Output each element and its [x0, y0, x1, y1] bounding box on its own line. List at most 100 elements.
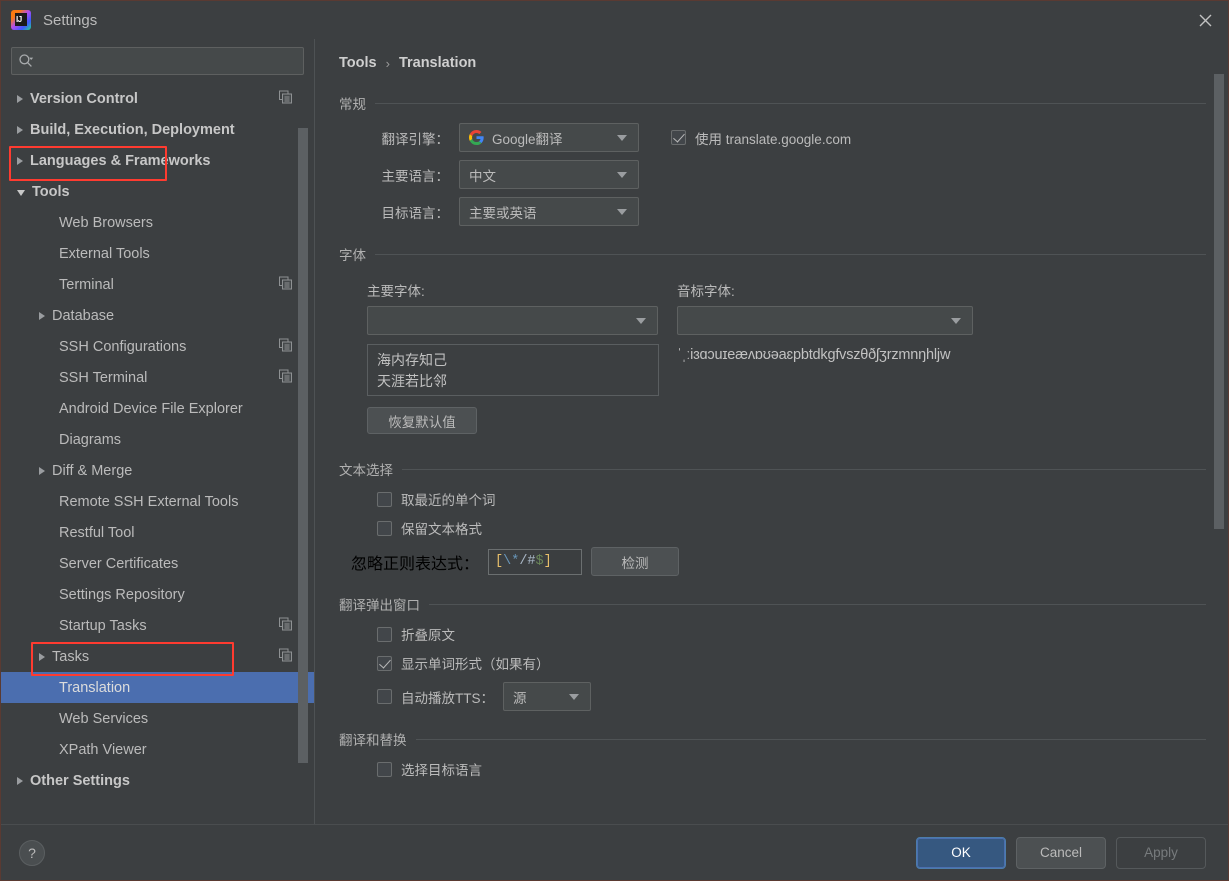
divider	[415, 738, 1206, 740]
help-button[interactable]: ?	[19, 839, 45, 866]
fold-source-row: 折叠原文	[377, 624, 1206, 644]
section-general: 常规 翻译引擎： Google翻译 使用 translate.google.co…	[339, 93, 1206, 226]
close-icon[interactable]	[1182, 1, 1228, 39]
use-translate-google-checkbox[interactable]	[671, 130, 686, 145]
section-text-selection: 文本选择 取最近的单个词 保留文本格式 忽略正则表达式： [\* /# $]…	[339, 459, 1206, 576]
search-icon	[19, 54, 34, 67]
sidebar-item-ssh-configurations[interactable]: SSH Configurations	[1, 331, 314, 362]
sidebar-item-label: Diff & Merge	[52, 462, 133, 479]
nearest-word-checkbox[interactable]	[377, 491, 392, 507]
sidebar-item-label: Web Services	[59, 710, 149, 727]
auto-tts-row: 自动播放TTS： 源	[377, 682, 1206, 711]
sidebar-item-tools[interactable]: Tools	[1, 176, 314, 207]
detect-button[interactable]: 检测	[591, 547, 680, 576]
restore-default-button[interactable]: 恢复默认值	[367, 407, 477, 434]
sidebar-item-settings-repository[interactable]: Settings Repository	[1, 579, 314, 610]
sidebar-item-label: External Tools	[59, 245, 150, 262]
fold-source-checkbox[interactable]	[377, 626, 392, 642]
primary-font-label: 主要字体:	[367, 284, 425, 299]
sidebar-item-label: Build, Execution, Deployment	[30, 121, 235, 138]
sidebar-item-android-device-file-explorer[interactable]: Android Device File Explorer	[1, 393, 314, 424]
expand-arrow-icon[interactable]	[39, 466, 45, 475]
expand-arrow-icon[interactable]	[17, 776, 23, 785]
sidebar-scrollbar-thumb[interactable]	[298, 128, 308, 763]
sidebar-item-xpath-viewer[interactable]: XPath Viewer	[1, 734, 314, 765]
cancel-button[interactable]: Cancel	[1016, 836, 1106, 869]
sidebar-item-database[interactable]: Database	[1, 300, 314, 331]
primary-language-value: 中文	[469, 168, 496, 184]
use-translate-google-label: 使用 translate.google.com	[695, 131, 852, 147]
sidebar-item-other-settings[interactable]: Other Settings	[1, 765, 314, 796]
expand-arrow-icon[interactable]	[39, 652, 45, 661]
engine-value: Google翻译	[492, 131, 563, 147]
sidebar-item-diagrams[interactable]: Diagrams	[1, 424, 314, 455]
title-bar: IJ Settings	[1, 1, 1228, 39]
sidebar-item-label: Version Control	[30, 90, 138, 107]
expand-arrow-icon[interactable]	[17, 125, 23, 134]
font-preview-line-2: 天涯若比邻	[377, 373, 447, 389]
sidebar-item-ssh-terminal[interactable]: SSH Terminal	[1, 362, 314, 393]
phonetic-font-dropdown[interactable]	[677, 306, 973, 335]
sidebar-item-label: Tools	[32, 183, 70, 200]
sidebar-item-restful-tool[interactable]: Restful Tool	[1, 517, 314, 548]
copy-settings-icon[interactable]	[279, 338, 292, 355]
expand-arrow-icon[interactable]	[39, 311, 45, 320]
expand-arrow-icon[interactable]	[17, 94, 23, 103]
expand-arrow-icon[interactable]	[17, 156, 23, 165]
section-text-selection-title: 文本选择	[339, 463, 393, 478]
engine-dropdown[interactable]: Google翻译	[459, 123, 639, 152]
sidebar-item-version-control[interactable]: Version Control	[1, 83, 314, 114]
sidebar-item-build-execution-deployment[interactable]: Build, Execution, Deployment	[1, 114, 314, 145]
copy-settings-icon[interactable]	[279, 369, 292, 386]
copy-settings-icon[interactable]	[279, 90, 292, 107]
ok-button[interactable]: OK	[916, 836, 1006, 869]
sidebar-item-tasks[interactable]: Tasks	[1, 641, 314, 672]
sidebar-item-languages-frameworks[interactable]: Languages & Frameworks	[1, 145, 314, 176]
sidebar-item-label: XPath Viewer	[59, 741, 147, 758]
sidebar-item-startup-tasks[interactable]: Startup Tasks	[1, 610, 314, 641]
fold-source-label: 折叠原文	[401, 628, 455, 643]
keep-format-checkbox[interactable]	[377, 520, 392, 536]
section-replace: 翻译和替换 选择目标语言	[339, 729, 1206, 779]
search-box[interactable]	[11, 47, 304, 75]
apply-button: Apply	[1116, 836, 1206, 869]
sidebar-item-web-browsers[interactable]: Web Browsers	[1, 207, 314, 238]
target-language-dropdown[interactable]: 主要或英语	[459, 197, 639, 226]
sidebar-item-web-services[interactable]: Web Services	[1, 703, 314, 734]
select-target-lang-label: 选择目标语言	[401, 763, 482, 778]
copy-settings-icon[interactable]	[279, 648, 292, 665]
copy-settings-icon[interactable]	[279, 276, 292, 293]
primary-language-dropdown[interactable]: 中文	[459, 160, 639, 189]
sidebar-item-label: Other Settings	[30, 772, 130, 789]
sidebar-item-terminal[interactable]: Terminal	[1, 269, 314, 300]
auto-tts-dropdown[interactable]: 源	[503, 682, 591, 711]
show-word-forms-checkbox[interactable]	[377, 655, 392, 671]
search-wrapper	[1, 39, 314, 81]
target-language-row: 目标语言： 主要或英语	[367, 197, 1206, 226]
sidebar-item-server-certificates[interactable]: Server Certificates	[1, 548, 314, 579]
collapse-arrow-icon[interactable]	[17, 190, 25, 196]
breadcrumb-parent[interactable]: Tools	[339, 55, 377, 71]
auto-tts-value: 源	[513, 690, 527, 706]
dialog-body: Version Control Build, Execution, Deploym…	[1, 39, 1228, 824]
section-general-header: 常规	[339, 93, 1206, 113]
breadcrumb-current: Translation	[398, 55, 477, 71]
keep-format-row: 保留文本格式	[377, 518, 1206, 538]
section-general-title: 常规	[339, 97, 366, 112]
primary-font-dropdown[interactable]	[367, 306, 658, 335]
auto-tts-checkbox[interactable]	[377, 689, 392, 704]
sidebar-item-translation[interactable]: Translation	[1, 672, 314, 703]
google-logo-icon	[469, 130, 484, 145]
settings-tree: Version Control Build, Execution, Deploym…	[1, 83, 314, 824]
select-target-lang-checkbox[interactable]	[377, 761, 392, 777]
divider	[429, 603, 1206, 605]
target-language-value: 主要或英语	[469, 205, 537, 221]
sidebar-item-external-tools[interactable]: External Tools	[1, 238, 314, 269]
search-input[interactable]	[34, 53, 297, 69]
sidebar-item-diff-merge[interactable]: Diff & Merge	[1, 455, 314, 486]
phonetic-font-column: 音标字体: ˈˌːiɜɑɔuɪeæʌɒʊəaɛpbtdkgfvszθðʃʒrzm…	[677, 280, 973, 434]
main-scrollbar-thumb[interactable]	[1214, 74, 1224, 529]
ignore-regex-input[interactable]: [\*/# $]	[488, 548, 583, 575]
copy-settings-icon[interactable]	[279, 617, 292, 634]
sidebar-item-remote-ssh-external-tools[interactable]: Remote SSH External Tools	[1, 486, 314, 517]
